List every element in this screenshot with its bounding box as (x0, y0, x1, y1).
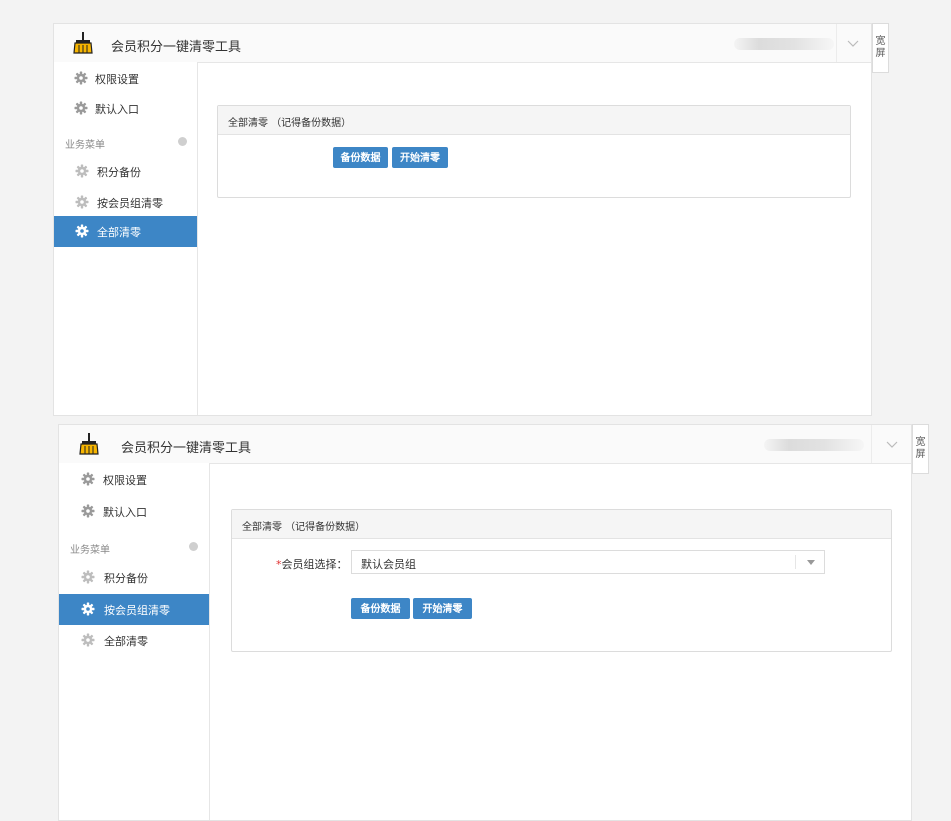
widescreen-label: 宽屏 (915, 437, 926, 460)
chevron-down-icon[interactable] (844, 34, 862, 52)
gear-icon (81, 633, 95, 647)
gear-icon (75, 195, 89, 209)
collapse-toggle-icon[interactable] (178, 137, 187, 146)
sidebar-item-label: 默认入口 (95, 103, 139, 116)
card-title: 全部清零 （记得备份数据） (228, 118, 352, 129)
app-header: 会员积分一键清零工具 (54, 24, 871, 63)
gear-icon (75, 164, 89, 178)
start-clear-button[interactable]: 开始清零 (413, 598, 472, 619)
sidebar-item-points-backup[interactable]: 积分备份 (54, 156, 197, 187)
app-title: 会员积分一键清零工具 (111, 40, 242, 55)
sidebar-item-label: 全部清零 (97, 226, 141, 239)
sidebar-item-label: 权限设置 (103, 474, 147, 487)
gear-icon (81, 602, 95, 616)
collapse-toggle-icon[interactable] (189, 542, 198, 551)
sidebar-item-label: 积分备份 (97, 166, 141, 179)
member-group-label: *会员组选择： (276, 556, 348, 572)
card-title: 全部清零 （记得备份数据） (242, 522, 366, 533)
start-clear-button[interactable]: 开始清零 (392, 147, 448, 168)
widescreen-toggle[interactable]: 宽屏 (872, 23, 889, 73)
sidebar-item-label: 全部清零 (104, 635, 148, 648)
sidebar-item-permissions[interactable]: 权限设置 (54, 63, 197, 94)
header-divider (871, 425, 872, 463)
backup-data-button[interactable]: 备份数据 (333, 147, 388, 168)
member-group-select-value: 默认会员组 (361, 558, 416, 571)
sidebar-item-clear-all[interactable]: 全部清零 (59, 625, 209, 656)
section-label: 业务菜单 (65, 140, 105, 151)
sidebar-item-label: 积分备份 (104, 572, 148, 585)
header-divider (836, 24, 837, 62)
sidebar-item-clear-all[interactable]: 全部清零 (54, 216, 197, 247)
user-info-blurred[interactable] (764, 439, 864, 451)
sidebar-item-label: 按会员组清零 (97, 197, 163, 210)
user-info-blurred[interactable] (734, 38, 834, 50)
app-header: 会员积分一键清零工具 (59, 425, 911, 464)
sidebar-item-points-backup[interactable]: 积分备份 (59, 562, 209, 593)
chevron-down-icon[interactable] (883, 435, 901, 453)
broom-logo-icon (73, 32, 93, 54)
card-header: 全部清零 （记得备份数据） (232, 510, 891, 539)
gear-icon (81, 504, 95, 518)
sidebar-item-label: 权限设置 (95, 73, 139, 86)
backup-data-button[interactable]: 备份数据 (351, 598, 410, 619)
select-divider (795, 555, 796, 569)
sidebar-item-default-entry[interactable]: 默认入口 (54, 93, 197, 124)
screen-2-panel: 会员积分一键清零工具 权限设置 默认入口 业务菜单 积分备份 按会员组清零 全部… (58, 424, 912, 821)
member-group-label-text: 会员组选择： (281, 558, 348, 571)
sidebar-item-permissions[interactable]: 权限设置 (59, 464, 209, 495)
sidebar: 权限设置 默认入口 业务菜单 积分备份 按会员组清零 全部清零 (59, 463, 210, 820)
caret-down-icon (807, 560, 815, 565)
section-label: 业务菜单 (70, 545, 110, 556)
sidebar-item-default-entry[interactable]: 默认入口 (59, 496, 209, 527)
screen-1-panel: 会员积分一键清零工具 权限设置 默认入口 业务菜单 积分备份 按会员组清零 全部… (53, 23, 872, 416)
widescreen-label: 宽屏 (875, 36, 886, 59)
sidebar: 权限设置 默认入口 业务菜单 积分备份 按会员组清零 全部清零 (54, 62, 198, 415)
gear-icon (74, 71, 88, 85)
sidebar-item-clear-by-group[interactable]: 按会员组清零 (59, 594, 209, 625)
clear-by-group-card: 全部清零 （记得备份数据） *会员组选择： 默认会员组 备份数据 开始清零 (231, 509, 892, 652)
clear-all-card: 全部清零 （记得备份数据） 备份数据 开始清零 (217, 105, 851, 198)
gear-icon (74, 101, 88, 115)
member-group-select[interactable]: 默认会员组 (351, 550, 825, 574)
gear-icon (81, 472, 95, 486)
widescreen-toggle[interactable]: 宽屏 (912, 424, 929, 474)
card-header: 全部清零 （记得备份数据） (218, 106, 850, 135)
gear-icon (75, 224, 89, 238)
gear-icon (81, 570, 95, 584)
app-title: 会员积分一键清零工具 (121, 441, 252, 456)
sidebar-item-clear-by-group[interactable]: 按会员组清零 (54, 187, 197, 218)
broom-logo-icon (79, 433, 99, 455)
sidebar-item-label: 按会员组清零 (104, 604, 170, 617)
sidebar-item-label: 默认入口 (103, 506, 147, 519)
